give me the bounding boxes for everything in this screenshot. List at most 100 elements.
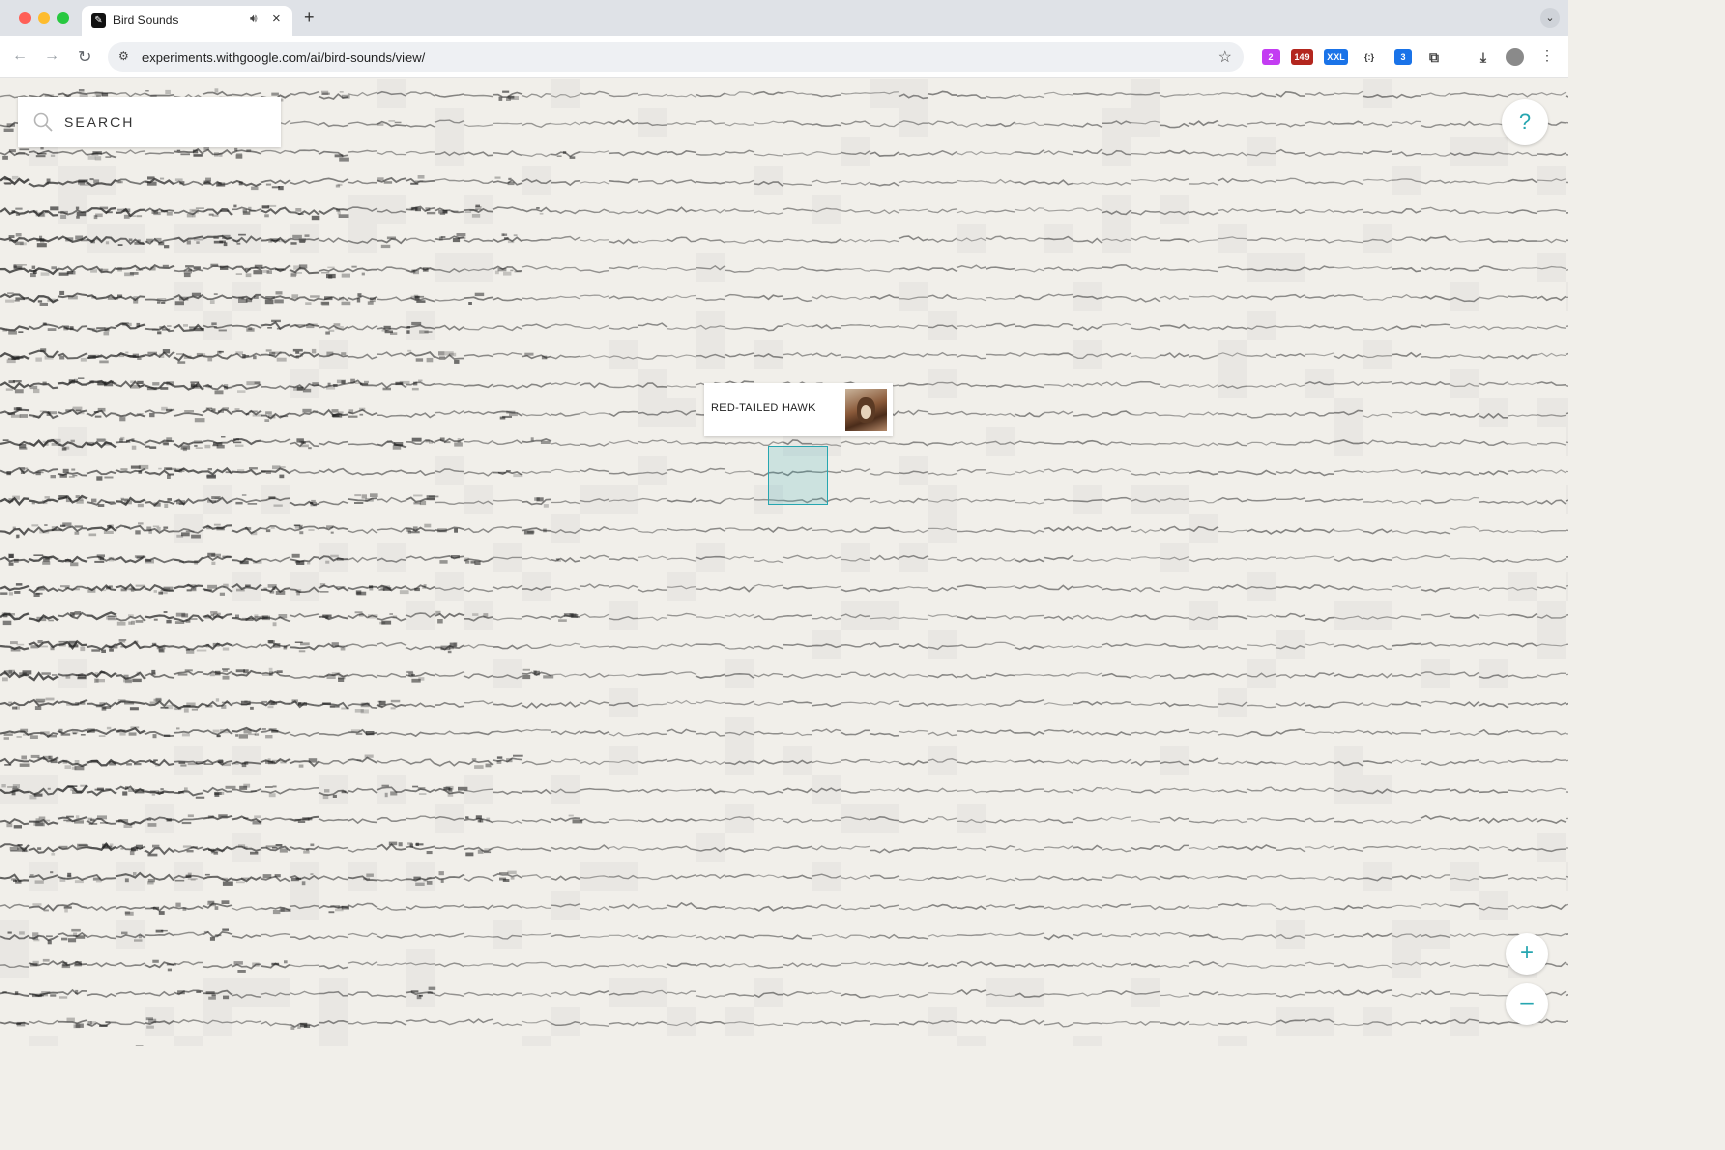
spectrogram-cell [347, 528, 378, 535]
spectrogram-cell [782, 731, 813, 737]
extension-icon[interactable]: XXL [1324, 49, 1348, 65]
browser-tab[interactable]: ✎ Bird Sounds 🔊︎ × [82, 6, 292, 36]
spectrogram-cell [0, 495, 30, 507]
close-tab-icon[interactable]: × [272, 10, 281, 27]
bookmark-star-icon[interactable]: ☆ [1218, 47, 1232, 67]
spectrogram-cell [1362, 845, 1393, 849]
spectrogram-cell [783, 1021, 813, 1026]
spectrogram-cell [869, 700, 900, 706]
spectrogram-cell [1072, 485, 1103, 514]
download-icon[interactable]: ⤓ [1473, 49, 1493, 65]
spectrogram-cell [695, 905, 726, 911]
spectrogram-cell [956, 382, 986, 388]
url-text[interactable]: experiments.withgoogle.com/ai/bird-sound… [142, 50, 425, 65]
window-maximize-button[interactable] [57, 12, 69, 24]
zoom-in-button[interactable]: + [1506, 933, 1548, 975]
spectrogram-cell [86, 524, 117, 537]
spectrogram-cell [318, 875, 349, 881]
spectrogram-cell [812, 616, 842, 621]
spectrogram-cell [144, 642, 175, 653]
spectrogram-cell [956, 673, 987, 680]
window-close-button[interactable] [19, 12, 31, 24]
spectrogram-cell [1391, 615, 1422, 620]
address-bar[interactable]: ⚙ experiments.withgoogle.com/ai/bird-sou… [108, 42, 1244, 72]
tab-search-button[interactable]: ⌄ [1540, 8, 1560, 28]
spectrogram-cell [318, 237, 349, 243]
spectrogram-cell [1217, 207, 1248, 213]
spectrogram-cell [0, 843, 30, 853]
extension-icon[interactable]: 3 [1394, 49, 1412, 65]
spectrogram-cell [1072, 468, 1103, 474]
spectrogram-cell [724, 804, 755, 833]
spectrogram-cell [115, 294, 146, 304]
search-box[interactable] [18, 97, 281, 147]
spectrogram-cell [898, 702, 929, 707]
spectrogram-cell [1565, 352, 1568, 355]
profile-avatar[interactable] [1506, 48, 1524, 66]
spectrogram-cell [0, 233, 30, 246]
zoom-out-button[interactable]: – [1506, 983, 1548, 1025]
spectrogram-cell [579, 935, 610, 939]
extension-icon[interactable]: {:} [1360, 49, 1378, 65]
spectrogram-cell [29, 862, 59, 891]
spectrogram-cell [1275, 253, 1306, 282]
spectrogram-cell [695, 731, 726, 737]
spectrogram-cell [521, 572, 552, 601]
window-minimize-button[interactable] [38, 12, 50, 24]
bird-sound-map[interactable]: ? RED-TAILED HAWK + – [0, 79, 1568, 1046]
spectrogram-cell [899, 382, 929, 387]
browser-menu-icon[interactable]: ⋮ [1540, 47, 1554, 64]
spectrogram-cell [492, 870, 523, 882]
spectrogram-cell [463, 991, 494, 997]
back-button[interactable]: ← [12, 47, 28, 65]
spectrogram-cell [1478, 557, 1509, 563]
spectrogram-cell [724, 497, 755, 501]
spectrogram-cell [86, 166, 117, 195]
spectrogram-cell [289, 843, 320, 854]
spectrogram-cell [57, 960, 88, 969]
new-tab-button[interactable]: + [304, 7, 315, 28]
spectrogram-cell [1304, 151, 1335, 158]
spectrogram-cell [608, 439, 639, 445]
spectrogram-cell [898, 993, 929, 999]
spectrogram-cell [956, 529, 987, 534]
spectrogram-cell [231, 351, 262, 360]
extension-icon[interactable]: 149 [1291, 49, 1313, 65]
spectrogram-cell [638, 108, 668, 137]
extension-icon[interactable]: 2 [1262, 49, 1280, 65]
spectrogram-cell [173, 989, 204, 996]
spectrogram-cell [695, 818, 726, 822]
spectrogram-cell [608, 265, 639, 270]
spectrogram-cell [608, 295, 639, 301]
extensions-puzzle-icon[interactable]: ⧉ [1424, 49, 1444, 65]
spectrogram-cell [318, 323, 349, 335]
forward-button[interactable]: → [44, 47, 60, 65]
search-input[interactable] [64, 111, 264, 133]
speaker-icon[interactable]: 🔊︎ [250, 11, 258, 26]
site-settings-icon[interactable]: ⚙ [118, 49, 129, 63]
spectrogram-cell [0, 818, 30, 829]
spectrogram-cell [811, 775, 842, 804]
spectrogram-cell [376, 79, 407, 108]
spectrogram-cell [1246, 237, 1277, 242]
spectrogram-cell [202, 466, 233, 479]
reload-button[interactable]: ↻ [78, 47, 91, 67]
spectrogram-cell [144, 929, 175, 937]
help-button[interactable]: ? [1502, 99, 1548, 145]
spectrogram-cell [550, 354, 581, 360]
spectrogram-cell [579, 554, 610, 560]
spectrogram-cell [1536, 833, 1567, 862]
spectrogram-cell [1362, 224, 1393, 253]
spectrogram-cell [1449, 1007, 1480, 1036]
spectrogram-cell [231, 264, 263, 278]
selected-sound-cell[interactable] [768, 446, 828, 505]
spectrogram-cell [1072, 876, 1103, 882]
spectrogram-cell [1246, 497, 1277, 502]
spectrogram-cell [1014, 529, 1045, 535]
spectrogram-cell [608, 238, 639, 245]
spectrogram-cell [1217, 529, 1248, 534]
spectrogram-cell [521, 297, 552, 301]
spectrogram-cell [956, 497, 987, 503]
spectrogram-cell [782, 674, 813, 679]
spectrogram-grid[interactable] [0, 79, 1568, 1046]
